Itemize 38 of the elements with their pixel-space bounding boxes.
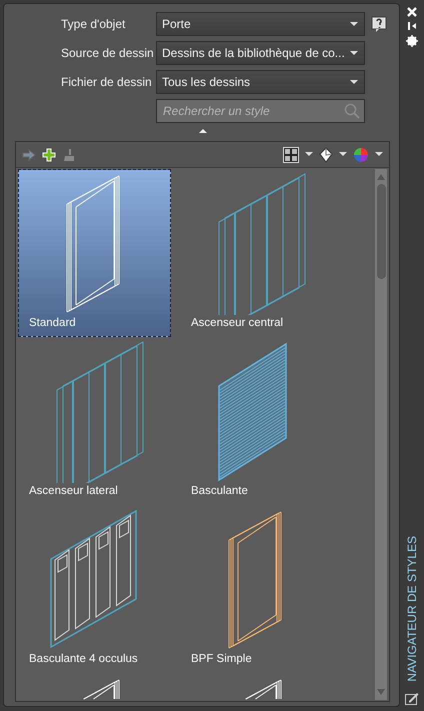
style-name: Ascenseur lateral	[28, 484, 118, 499]
collapse-icon[interactable]	[199, 128, 207, 133]
caret-icon[interactable]	[305, 152, 313, 157]
field-label: Type d'objet	[60, 16, 126, 33]
dropdown[interactable]: Porte	[156, 12, 365, 36]
style-name: BPF Simple	[190, 652, 252, 667]
help-icon[interactable]	[371, 16, 387, 32]
style-tile[interactable]: Standard	[18, 169, 171, 337]
style-tile[interactable]: Ascenseur lateral	[18, 337, 171, 505]
color-wheel-icon[interactable]	[353, 146, 369, 162]
panel-title: NAVIGATEUR DE STYLES	[404, 536, 420, 682]
caret-icon[interactable]	[375, 152, 383, 157]
dropdown[interactable]: Dessins de la bibliothèque de co...	[156, 41, 365, 65]
close-icon[interactable]	[407, 7, 417, 17]
pin-icon[interactable]	[407, 21, 417, 31]
dropdown[interactable]: Tous les dessins	[156, 70, 365, 94]
style-tile[interactable]: BPF Simple	[180, 505, 333, 673]
search-field[interactable]: Rechercher un style	[156, 99, 365, 123]
caret-icon[interactable]	[339, 152, 347, 157]
edit-icon[interactable]	[405, 692, 419, 705]
style-tile[interactable]: Ascenseur central	[180, 169, 333, 337]
field-label: Source de dessin	[60, 45, 155, 62]
cube-icon[interactable]	[319, 146, 333, 162]
style-name: Basculante	[190, 484, 248, 499]
search-icon	[344, 103, 360, 119]
style-name: Standard	[28, 316, 76, 331]
scrollbar-thumb[interactable]	[376, 184, 386, 279]
field-label: Fichier de dessin	[60, 74, 153, 91]
caret-icon[interactable]	[350, 80, 358, 84]
style-name: Basculante 4 occulus	[28, 652, 138, 667]
style-tile[interactable]: Basculante 4 occulus	[18, 505, 171, 673]
style-tile[interactable]: Basculante	[180, 337, 333, 505]
settings-icon[interactable]	[406, 35, 418, 47]
caret-icon[interactable]	[350, 50, 358, 56]
style-name: Ascenseur central	[190, 316, 284, 331]
grid-view-icon[interactable]	[283, 146, 299, 162]
caret-icon[interactable]	[350, 22, 358, 26]
add-icon[interactable]	[42, 148, 56, 162]
